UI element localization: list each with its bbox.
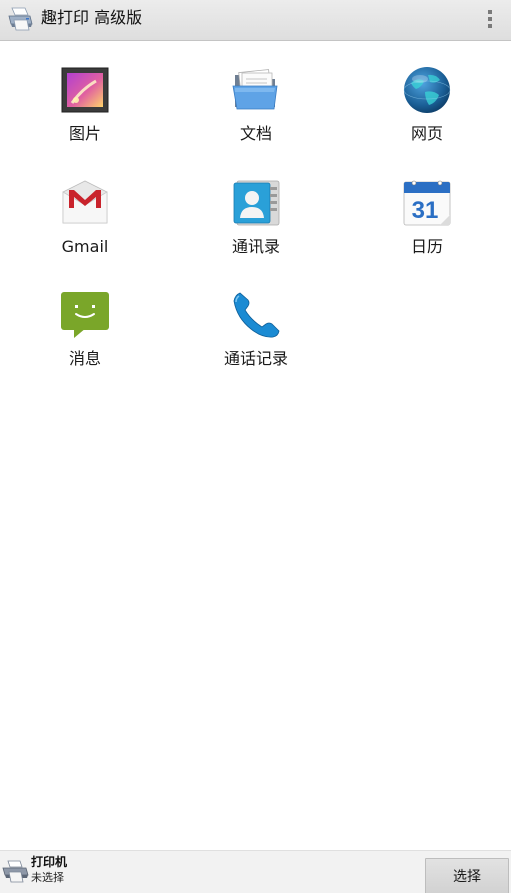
calendar-icon: 31 bbox=[402, 178, 452, 228]
printer-bar: 打印机 未选择 选择 bbox=[0, 850, 511, 893]
photo-gallery-icon bbox=[60, 65, 110, 115]
tile-label: 图片 bbox=[68, 124, 101, 143]
gmail-icon bbox=[60, 178, 110, 228]
overflow-dot bbox=[488, 17, 492, 21]
app-bar: 趣打印 高级版 bbox=[0, 0, 511, 41]
message-icon bbox=[60, 290, 110, 340]
globe-icon bbox=[402, 65, 452, 115]
app-title: 趣打印 高级版 bbox=[41, 8, 143, 27]
tile-label: 通讯录 bbox=[231, 237, 280, 256]
documents-folder-icon bbox=[231, 65, 281, 115]
calendar-day-number: 31 bbox=[412, 197, 439, 224]
tile-photos[interactable]: 图片 bbox=[0, 41, 170, 153]
printer-icon bbox=[1, 858, 29, 884]
tile-calendar[interactable]: 31 日历 bbox=[342, 154, 511, 266]
tile-documents[interactable]: 文档 bbox=[171, 41, 341, 153]
contacts-icon bbox=[231, 178, 281, 228]
tile-call-log[interactable]: 通话记录 bbox=[171, 266, 341, 378]
tile-label: 消息 bbox=[68, 349, 101, 368]
printer-status: 未选择 bbox=[31, 871, 64, 884]
overflow-dot bbox=[488, 24, 492, 28]
tile-label: 日历 bbox=[410, 237, 443, 256]
tile-label: 通话记录 bbox=[223, 349, 288, 368]
tile-messages[interactable]: 消息 bbox=[0, 266, 170, 378]
select-printer-button[interactable]: 选择 bbox=[425, 858, 509, 893]
tile-label: 文档 bbox=[239, 124, 272, 143]
overflow-dot bbox=[488, 10, 492, 14]
tile-contacts[interactable]: 通讯录 bbox=[171, 154, 341, 266]
tile-label: 网页 bbox=[410, 124, 443, 143]
tile-label: Gmail bbox=[61, 237, 109, 256]
overflow-menu-button[interactable] bbox=[479, 6, 501, 32]
tile-gmail[interactable]: Gmail bbox=[0, 154, 170, 266]
phone-icon bbox=[231, 290, 281, 340]
printer-label: 打印机 bbox=[31, 855, 68, 869]
printer-logo-icon bbox=[6, 4, 34, 32]
tile-web[interactable]: 网页 bbox=[342, 41, 511, 153]
